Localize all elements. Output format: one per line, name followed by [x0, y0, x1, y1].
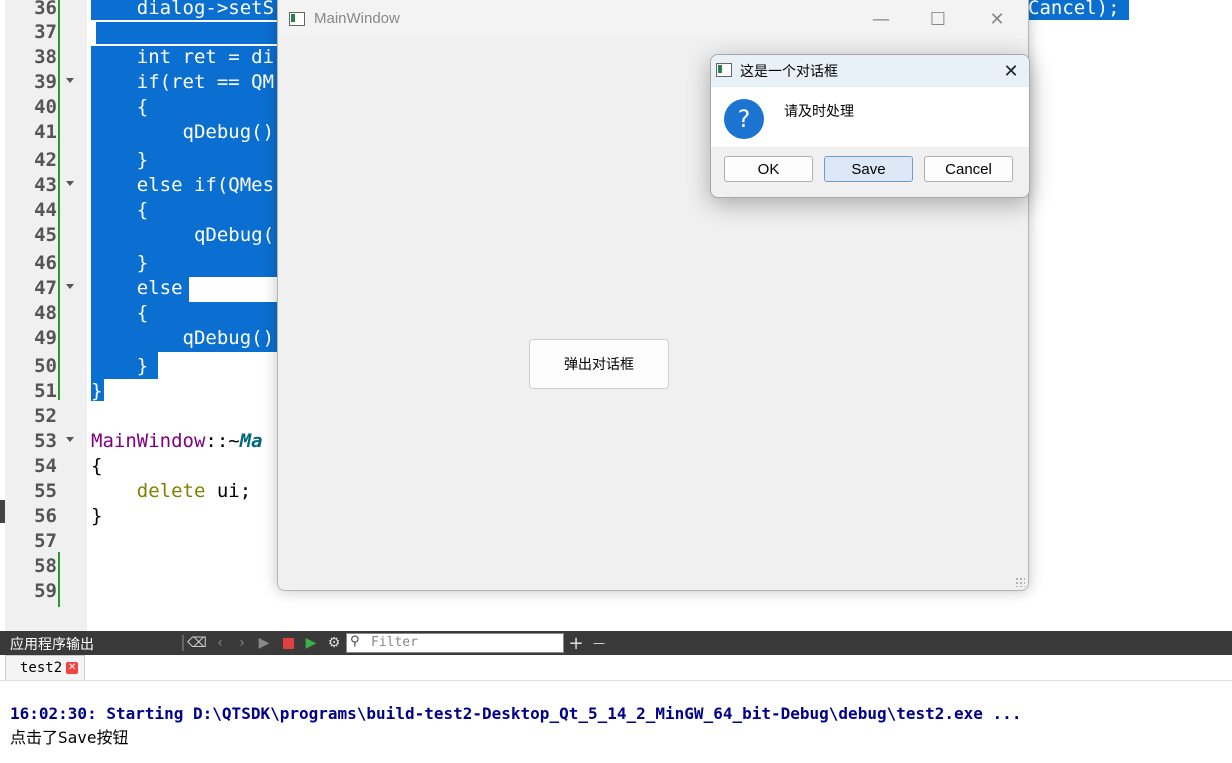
code-line: { [91, 199, 149, 221]
previous-item-icon[interactable]: ‹ [212, 631, 228, 655]
code-line: } [91, 380, 103, 402]
line-number: 46 [34, 252, 57, 274]
code-line: MainWindow::~Ma [91, 429, 263, 454]
code-line: dialog->setS [91, 0, 275, 19]
add-icon[interactable]: + [567, 631, 585, 655]
tab-label: test2 [20, 660, 63, 676]
dialog-title: 这是一个对话框 [740, 64, 838, 80]
code-line: else if(QMes [91, 174, 275, 196]
app-icon [289, 12, 305, 26]
line-number: 51 [34, 380, 57, 402]
code-line: } [91, 355, 149, 377]
dialog-body: ? 请及时处理 [711, 87, 1029, 147]
code-token: ui; [205, 480, 252, 502]
save-button[interactable]: Save [824, 156, 913, 182]
line-number: 47 [34, 277, 57, 299]
code-line: { [91, 302, 149, 324]
maximize-icon[interactable]: ☐ [915, 0, 961, 38]
main-window-titlebar[interactable]: MainWindow — ☐ ✕ [278, 0, 1028, 38]
close-icon[interactable]: ✕ [974, 0, 1020, 38]
dialog-message: 请及时处理 [784, 104, 854, 120]
line-number: 40 [34, 96, 57, 118]
next-item-icon[interactable]: › [234, 631, 250, 655]
line-number: 45 [34, 224, 57, 246]
line-number: 56 [34, 505, 57, 527]
code-line: qDebug( [91, 224, 275, 246]
change-marker [58, 552, 60, 607]
line-number: 42 [34, 149, 57, 171]
code-line: if(ret == QM [91, 71, 275, 93]
run-icon[interactable]: ▶ [256, 631, 272, 655]
line-number: 41 [34, 121, 57, 143]
output-tabs: test2 ✕ [0, 655, 1232, 681]
fold-arrow-icon[interactable] [66, 437, 74, 442]
selection-highlight [96, 22, 278, 44]
keyword-token: delete [136, 480, 206, 502]
code-line: qDebug() [91, 121, 275, 143]
change-marker [58, 0, 60, 400]
line-number: 43 [34, 174, 57, 196]
resize-grip-icon[interactable] [1015, 577, 1025, 587]
line-number: 49 [34, 327, 57, 349]
line-number: 54 [34, 455, 57, 477]
ok-button[interactable]: OK [724, 156, 813, 182]
code-line: } [91, 505, 103, 527]
dialog-app-icon [716, 63, 732, 77]
output-line: 16:02:30: Starting D:\QTSDK\programs\bui… [10, 704, 1022, 723]
line-number: 36 [34, 0, 57, 19]
line-number: 55 [34, 480, 57, 502]
line-number: 58 [34, 555, 57, 577]
line-number: 48 [34, 302, 57, 324]
scope-token: ::~ [205, 430, 240, 452]
code-line: int ret = di [91, 46, 275, 68]
line-number: 59 [34, 580, 57, 602]
debug-run-icon[interactable]: ▶ [302, 631, 320, 655]
line-number: 39 [34, 71, 57, 93]
remove-icon[interactable]: — [590, 631, 608, 655]
output-pane-title: 应用程序输出 [10, 637, 94, 653]
stop-icon[interactable] [280, 631, 296, 655]
fold-arrow-icon[interactable] [66, 181, 74, 186]
tab-close-icon[interactable]: ✕ [66, 662, 79, 674]
fold-arrow-icon[interactable] [66, 78, 74, 83]
line-number: 50 [34, 355, 57, 377]
cancel-button[interactable]: Cancel [924, 156, 1013, 182]
code-line: } [91, 252, 149, 274]
line-number: 38 [34, 46, 57, 68]
clear-output-icon[interactable]: ⌫ [187, 631, 207, 655]
line-number: 57 [34, 530, 57, 552]
message-dialog[interactable]: 这是一个对话框 ✕ ? 请及时处理 OK Save Cancel [710, 54, 1030, 198]
line-number: 52 [34, 405, 57, 427]
filter-input[interactable]: Filter [346, 633, 564, 653]
code-line: { [91, 96, 149, 118]
code-line: qDebug() [91, 327, 275, 349]
line-number: 44 [34, 199, 57, 221]
output-line: 点击了Save按钮 [10, 728, 129, 747]
minimize-icon[interactable]: — [858, 0, 904, 38]
dialog-titlebar[interactable]: 这是一个对话框 ✕ [711, 55, 1029, 87]
code-line: } [91, 149, 149, 171]
line-number: 53 [34, 430, 57, 452]
function-name-token: Ma [239, 430, 263, 452]
class-name-token: MainWindow [91, 430, 206, 452]
dialog-close-icon[interactable]: ✕ [993, 55, 1029, 87]
main-window-title: MainWindow [314, 10, 400, 27]
toolbar-divider [182, 635, 184, 651]
code-line: { [91, 455, 103, 477]
tab-test2[interactable]: test2 ✕ [5, 655, 86, 680]
settings-gear-icon[interactable]: ⚙ [326, 631, 342, 655]
search-icon: ⚲ [350, 634, 360, 649]
output-pane-toolbar: 应用程序输出 ⌫ ‹ › ▶ ▶ ⚙ Filter ⚲ + — [0, 631, 1232, 655]
code-line: Cancel); [1028, 0, 1120, 19]
show-dialog-button[interactable]: 弹出对话框 [529, 339, 669, 389]
output-content: 16:02:30: Starting D:\QTSDK\programs\bui… [0, 681, 1232, 763]
code-line: else [91, 277, 183, 299]
question-icon: ? [724, 99, 764, 139]
fold-arrow-icon[interactable] [66, 284, 74, 289]
code-line: delete ui; [91, 479, 251, 504]
line-number: 37 [34, 21, 57, 43]
